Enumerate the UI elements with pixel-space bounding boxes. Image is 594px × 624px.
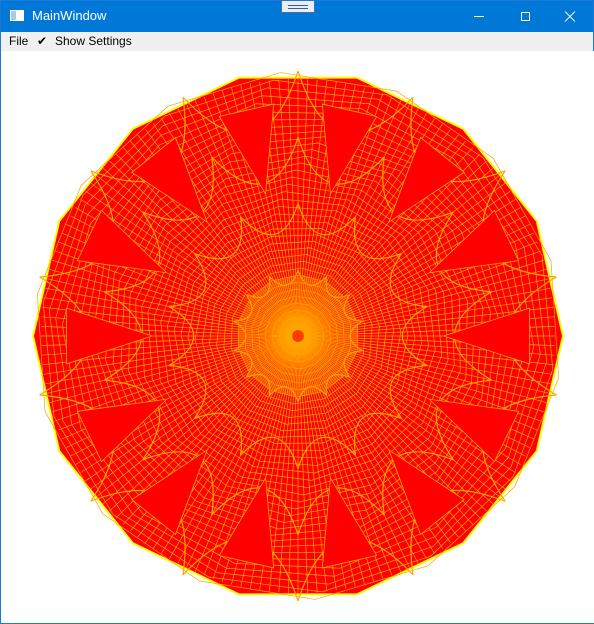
- minimize-icon: [474, 16, 484, 17]
- menu-show-settings[interactable]: ✔ Show Settings: [37, 34, 132, 49]
- maximize-button[interactable]: [502, 1, 548, 32]
- menu-show-settings-label: Show Settings: [55, 34, 132, 48]
- menu-file[interactable]: File: [9, 34, 28, 49]
- minimize-button[interactable]: [456, 1, 502, 32]
- window-title: MainWindow: [32, 8, 107, 23]
- fractal-figure: [31, 70, 565, 602]
- drawing-canvas[interactable]: [2, 51, 594, 623]
- title-bar[interactable]: MainWindow: [1, 1, 593, 32]
- checkmark-icon: ✔: [37, 34, 48, 48]
- close-icon: [564, 11, 576, 23]
- drag-grip-icon[interactable]: [281, 1, 315, 13]
- close-button[interactable]: [547, 1, 593, 32]
- main-window: MainWindow File ✔ Show Settings: [0, 0, 594, 624]
- fractal-center: [238, 276, 358, 396]
- menu-bar: File ✔ Show Settings: [1, 32, 593, 51]
- maximize-icon: [520, 12, 530, 21]
- window-app-icon[interactable]: [10, 10, 24, 21]
